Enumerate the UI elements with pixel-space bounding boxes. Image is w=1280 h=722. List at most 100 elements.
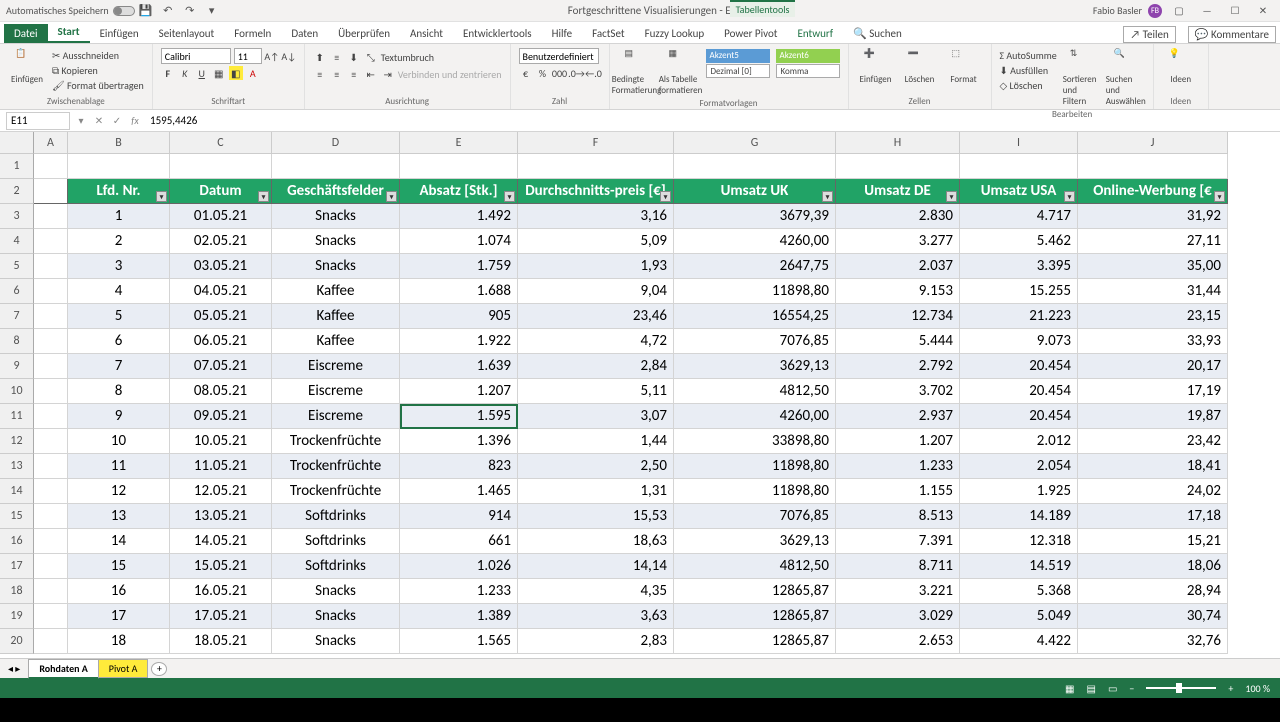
percent-icon[interactable]: % bbox=[536, 66, 550, 80]
cell[interactable]: 23,46 bbox=[518, 304, 674, 329]
col-header-D[interactable]: D bbox=[272, 132, 400, 154]
cell[interactable]: 5.368 bbox=[960, 579, 1078, 604]
cell[interactable]: 7.391 bbox=[836, 529, 960, 554]
cell[interactable]: 7 bbox=[68, 354, 170, 379]
border-button[interactable]: ▦ bbox=[212, 66, 226, 80]
cell[interactable] bbox=[960, 154, 1078, 179]
cell[interactable]: Umsatz DE▾ bbox=[836, 179, 960, 204]
share-button[interactable]: ↗ Teilen bbox=[1123, 26, 1175, 43]
cell[interactable]: 3,63 bbox=[518, 604, 674, 629]
cell[interactable]: Snacks bbox=[272, 604, 400, 629]
dec-decimal-icon[interactable]: ←.0 bbox=[587, 66, 601, 80]
ideas-button[interactable]: 💡Ideen bbox=[1162, 48, 1200, 85]
redo-icon[interactable]: ↷ bbox=[183, 4, 197, 18]
tab-file[interactable]: Datei bbox=[4, 24, 48, 43]
cell[interactable] bbox=[34, 529, 68, 554]
cell[interactable]: 15 bbox=[68, 554, 170, 579]
cell[interactable]: Online-Werbung [€▾ bbox=[1078, 179, 1228, 204]
cell[interactable]: 17.05.21 bbox=[170, 604, 272, 629]
cell[interactable]: 17,19 bbox=[1078, 379, 1228, 404]
cell[interactable]: 05.05.21 bbox=[170, 304, 272, 329]
cell[interactable]: 2,83 bbox=[518, 629, 674, 654]
cell[interactable]: 5.049 bbox=[960, 604, 1078, 629]
cell[interactable]: 1.074 bbox=[400, 229, 518, 254]
fx-icon[interactable]: fx bbox=[126, 114, 144, 127]
name-dropdown-icon[interactable]: ▾ bbox=[72, 114, 90, 127]
row-header[interactable]: 20 bbox=[0, 629, 34, 654]
tab-fuzzy[interactable]: Fuzzy Lookup bbox=[635, 24, 715, 43]
name-box[interactable]: E11 bbox=[6, 112, 70, 130]
cell[interactable]: 2647,75 bbox=[674, 254, 836, 279]
cell[interactable]: 9.073 bbox=[960, 329, 1078, 354]
style-accent5[interactable]: Akzent5 bbox=[706, 49, 770, 63]
cell[interactable]: 11 bbox=[68, 454, 170, 479]
cell[interactable]: 1.396 bbox=[400, 429, 518, 454]
style-accent6[interactable]: Akzent6 bbox=[776, 49, 840, 63]
cell[interactable]: 10.05.21 bbox=[170, 429, 272, 454]
cell[interactable]: 23,15 bbox=[1078, 304, 1228, 329]
cell[interactable]: 09.05.21 bbox=[170, 404, 272, 429]
row-header[interactable]: 19 bbox=[0, 604, 34, 629]
cell[interactable]: 3.221 bbox=[836, 579, 960, 604]
tab-view[interactable]: Ansicht bbox=[400, 24, 453, 43]
font-color-button[interactable]: A bbox=[246, 66, 260, 80]
cancel-fx-icon[interactable]: ✕ bbox=[90, 114, 108, 127]
cond-format-button[interactable]: ▤Bedingte Formatierung bbox=[618, 48, 656, 96]
cell[interactable]: 7076,85 bbox=[674, 504, 836, 529]
row-header[interactable]: 16 bbox=[0, 529, 34, 554]
tab-powerpivot[interactable]: Power Pivot bbox=[714, 24, 787, 43]
qat-custom-icon[interactable]: ▾ bbox=[205, 4, 219, 18]
cell[interactable] bbox=[836, 154, 960, 179]
cell[interactable]: Softdrinks bbox=[272, 529, 400, 554]
view-break-icon[interactable]: ▭ bbox=[1108, 682, 1117, 695]
cell[interactable]: 01.05.21 bbox=[170, 204, 272, 229]
cell[interactable]: 04.05.21 bbox=[170, 279, 272, 304]
col-header-C[interactable]: C bbox=[170, 132, 272, 154]
cell[interactable]: 6 bbox=[68, 329, 170, 354]
col-header-G[interactable]: G bbox=[674, 132, 836, 154]
cell[interactable]: 15.05.21 bbox=[170, 554, 272, 579]
align-mid-icon[interactable]: ≡ bbox=[330, 50, 344, 64]
cell[interactable] bbox=[34, 254, 68, 279]
filter-dropdown-icon[interactable]: ▾ bbox=[660, 191, 671, 202]
cell[interactable]: 03.05.21 bbox=[170, 254, 272, 279]
cell[interactable]: 20,17 bbox=[1078, 354, 1228, 379]
cell[interactable]: 4812,50 bbox=[674, 379, 836, 404]
filter-dropdown-icon[interactable]: ▾ bbox=[156, 191, 167, 202]
cell[interactable]: 1.492 bbox=[400, 204, 518, 229]
view-normal-icon[interactable]: ▦ bbox=[1065, 682, 1074, 695]
cell[interactable]: Durchschnitts-preis [€]▾ bbox=[518, 179, 674, 204]
row-header[interactable]: 2 bbox=[0, 179, 34, 204]
cell[interactable]: 16554,25 bbox=[674, 304, 836, 329]
row-header[interactable]: 5 bbox=[0, 254, 34, 279]
fill-button[interactable]: ⬇ Ausfüllen bbox=[1000, 63, 1057, 78]
cell[interactable]: 5.462 bbox=[960, 229, 1078, 254]
row-header[interactable]: 3 bbox=[0, 204, 34, 229]
cell[interactable]: 1.389 bbox=[400, 604, 518, 629]
cell[interactable]: 02.05.21 bbox=[170, 229, 272, 254]
row-header[interactable]: 10 bbox=[0, 379, 34, 404]
tab-formulas[interactable]: Formeln bbox=[224, 24, 281, 43]
cell[interactable]: Softdrinks bbox=[272, 504, 400, 529]
cell[interactable]: Trockenfrüchte bbox=[272, 454, 400, 479]
cell[interactable] bbox=[34, 279, 68, 304]
cell[interactable] bbox=[34, 429, 68, 454]
row-header[interactable]: 6 bbox=[0, 279, 34, 304]
clear-button[interactable]: ◇ Löschen bbox=[1000, 78, 1057, 93]
tab-help[interactable]: Hilfe bbox=[542, 24, 582, 43]
cell[interactable]: Umsatz USA▾ bbox=[960, 179, 1078, 204]
cell[interactable]: 5.444 bbox=[836, 329, 960, 354]
filter-dropdown-icon[interactable]: ▾ bbox=[1214, 191, 1225, 202]
undo-icon[interactable]: ↶ bbox=[161, 4, 175, 18]
tab-insert[interactable]: Einfügen bbox=[90, 24, 149, 43]
cell[interactable]: 2.012 bbox=[960, 429, 1078, 454]
cell[interactable] bbox=[170, 154, 272, 179]
cell[interactable]: 1 bbox=[68, 204, 170, 229]
cell[interactable]: 4.717 bbox=[960, 204, 1078, 229]
tab-dev[interactable]: Entwicklertools bbox=[453, 24, 542, 43]
cell[interactable]: Snacks bbox=[272, 204, 400, 229]
cell[interactable]: 14.189 bbox=[960, 504, 1078, 529]
cell[interactable]: 10 bbox=[68, 429, 170, 454]
cell[interactable]: 20.454 bbox=[960, 379, 1078, 404]
cell[interactable]: 20.454 bbox=[960, 404, 1078, 429]
